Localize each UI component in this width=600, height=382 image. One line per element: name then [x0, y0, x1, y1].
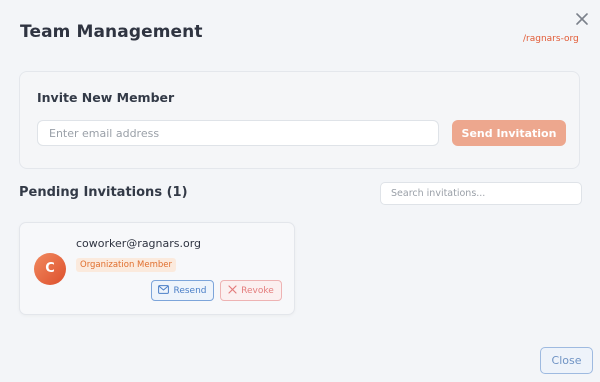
invitation-card: C coworker@ragnars.org Organization Memb…: [19, 222, 295, 315]
pending-invitations-title: Pending Invitations (1): [19, 185, 188, 200]
revoke-label: Revoke: [241, 285, 274, 296]
modal-title: Team Management: [20, 22, 203, 42]
search-invitations-input[interactable]: [380, 182, 582, 205]
mail-icon: [158, 284, 170, 297]
send-invitation-button[interactable]: Send Invitation: [452, 120, 566, 146]
invite-title: Invite New Member: [37, 90, 175, 105]
invite-section: Invite New Member Send Invitation: [19, 71, 580, 169]
email-input[interactable]: [37, 120, 439, 146]
avatar: C: [34, 253, 66, 285]
resend-label: Resend: [173, 285, 207, 296]
x-icon: [228, 284, 237, 297]
invitation-email: coworker@ragnars.org: [76, 237, 202, 250]
close-icon[interactable]: [573, 10, 591, 28]
role-badge: Organization Member: [76, 258, 177, 272]
org-link[interactable]: /ragnars-org: [523, 34, 579, 44]
revoke-button[interactable]: Revoke: [220, 280, 282, 301]
close-button[interactable]: Close: [540, 347, 593, 374]
team-management-modal: Team Management /ragnars-org Invite New …: [0, 0, 600, 382]
resend-button[interactable]: Resend: [151, 280, 214, 301]
